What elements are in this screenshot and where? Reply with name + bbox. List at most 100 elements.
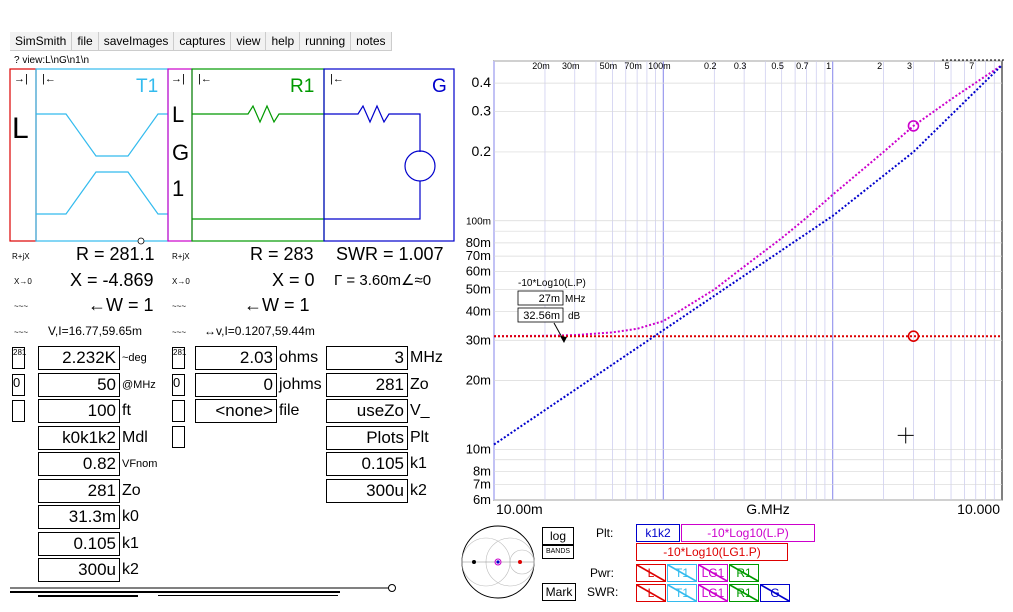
y-tick-label: 100m [466,217,491,228]
t1-unit-5: Zo [122,481,141,499]
r1-side-button-2[interactable]: 0 [172,374,185,396]
g-value-4[interactable]: 0.105 [326,452,408,476]
y-tick-label: 6m [473,492,491,507]
r1-side-button-4[interactable] [172,426,185,448]
t1-value-5[interactable]: 281 [38,478,120,503]
x-top-tick-label: 0.5 [771,61,784,71]
legend-l-power[interactable]: -10*Log10(L.P) [681,524,815,542]
log-button[interactable]: log [542,527,574,545]
tooltip-val-unit: dB [568,311,581,322]
t1-side-button-2[interactable]: 0 [12,374,25,396]
t1-unit-0: ~deg [122,352,147,364]
right-w-readout: ←W = 1 [244,295,310,315]
slider[interactable] [8,582,398,602]
x-bottom-left-label: 10.00m [496,501,543,517]
t1-value-7[interactable]: 0.105 [38,531,120,556]
g-unit-1: Zo [410,375,429,393]
r1-value-1[interactable]: 0 [195,372,277,397]
pwr-label: Pwr: [590,566,614,580]
left-r-readout: R = 281.1 [76,244,155,264]
xo-label-2: X→0 [172,277,190,286]
menu-file[interactable]: file [72,32,99,50]
tooltip-val: 32.56m [523,310,560,322]
t1-value-3[interactable]: k0k1k2 [38,425,120,450]
smith-chart[interactable] [460,522,540,602]
g-value-0[interactable]: 3 [326,346,408,370]
menu-captures[interactable]: captures [174,32,232,50]
menu-notes[interactable]: notes [351,32,392,50]
legend-lg1-power[interactable]: -10*Log10(LG1.P) [636,543,788,561]
t1-side-button-1[interactable]: 281 [12,347,26,369]
x-top-tick-label: 3 [907,61,912,71]
tooltip-freq: 27m [539,293,560,305]
x-top-tick-label: 100m [648,61,671,71]
swr-items-g[interactable]: G [760,584,790,602]
r1-arrow-text: |← [198,73,212,85]
t1-side-button-3[interactable] [12,400,25,422]
y-tick-label: 10m [466,441,491,456]
swr-items-r1[interactable]: R1 [729,584,759,602]
y-tick-label: 70m [466,248,491,263]
mark-button[interactable]: Mark [542,583,576,601]
legend-k1k2[interactable]: k1k2 [636,524,680,542]
right-vi-readout: ↔v,I=0.1207,59.44m [204,324,315,338]
r1-side-button-3[interactable] [172,400,185,422]
r1-value-0[interactable]: 2.03 [195,346,277,370]
w-label-2: ~~~ [172,302,187,311]
t1-value-2[interactable]: 100 [38,399,120,423]
x-top-tick-label: 0.7 [796,61,809,71]
vi-label: ~~~ [14,328,29,337]
menu-simsmith[interactable]: SimSmith [10,32,73,50]
menu-help[interactable]: help [266,32,301,50]
r1-value-2[interactable]: <none> [195,399,277,423]
pwr-items-lg1[interactable]: LG1 [698,564,728,582]
swr-items-t1[interactable]: T1 [667,584,697,602]
r1-side-button-1[interactable]: 281 [172,347,186,369]
t1-unit-4: VFnom [122,458,158,470]
t1-value-8[interactable]: 300u [38,558,120,582]
swr-items-lg1[interactable]: LG1 [698,584,728,602]
load-block[interactable] [9,68,37,242]
left-x-readout: X = -4.869 [70,270,154,290]
chart[interactable]: 20m 30m 50m 70m 100m 0.2 0.3 0.5 0.7 1 2 3 5 7 0.4 0.3 0… [458,55,1008,525]
g-value-5[interactable]: 300u [326,478,408,503]
rjx-label: R+jX [12,252,30,261]
left-w-readout: ←W = 1 [88,295,154,315]
pwr-items-r1[interactable]: R1 [729,564,759,582]
g-value-2[interactable]: useZo [326,399,408,423]
swr-items-l[interactable]: L [636,584,666,602]
t1-unit-2: ft [122,402,131,419]
pwr-items-l[interactable]: L [636,564,666,582]
t1-unit-7: k1 [122,534,139,552]
bands-button[interactable]: BANDS [542,545,574,559]
t1-unit-1: @MHz [122,378,156,391]
lg1-label-2: G [172,140,189,165]
y-tick-label: 0.4 [472,74,492,90]
tooltip-freq-unit: MHz [565,294,586,305]
menu-view[interactable]: view [231,32,267,50]
load-label: L [12,112,29,145]
y-tick-label: 0.2 [472,143,492,159]
t1-value-4[interactable]: 0.82 [38,452,120,476]
t1-value-1[interactable]: 50 [38,372,120,397]
g-value-3[interactable]: Plots [326,425,408,450]
menu-running[interactable]: running [300,32,352,50]
x-top-tick-label: 0.3 [734,61,747,71]
x-bottom-right-label: 10.000 [957,501,1000,517]
schematic: →| L |← T1 →| L G 1 |← R1 |← G [9,68,455,245]
g-value-1[interactable]: 281 [326,372,408,397]
swr-readout: SWR = 1.007 [336,244,444,264]
lg1-label-1: L [172,102,184,127]
x-top-tick-label: 5 [945,61,950,71]
y-tick-label: 0.3 [472,103,492,119]
lg1-arrow-text: →| [171,73,185,85]
t1-value-0[interactable]: 2.232K [38,346,120,370]
lg1-label-3: 1 [172,176,184,201]
pwr-items-t1[interactable]: T1 [667,564,697,582]
y-tick-label: 60m [466,263,491,278]
t1-value-6[interactable]: 31.3m [38,505,120,529]
menu-saveimages[interactable]: saveImages [99,32,175,50]
t1-unit-8: k2 [122,561,139,578]
swr-label: SWR: [587,585,619,599]
xo-label: X→0 [14,277,32,286]
